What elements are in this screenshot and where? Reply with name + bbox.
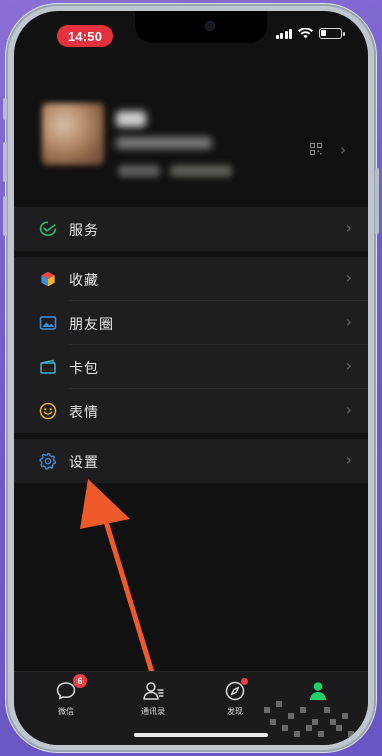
- menu-label: 收藏: [69, 272, 99, 288]
- menu-label: 表情: [69, 404, 99, 420]
- settings-section: 设置 ›: [14, 439, 368, 483]
- tab-chats[interactable]: 6 微信: [36, 674, 96, 717]
- chevron-right-icon: ›: [340, 141, 346, 159]
- battery-icon: [319, 28, 345, 39]
- menu-label: 服务: [69, 222, 99, 238]
- menu-label: 朋友圈: [69, 316, 114, 332]
- watermark: [264, 701, 354, 737]
- avatar[interactable]: [42, 103, 104, 165]
- signal-icon: [275, 28, 292, 39]
- notch: [135, 11, 267, 43]
- chevron-right-icon: ›: [345, 356, 352, 375]
- chevron-right-icon: ›: [345, 450, 352, 469]
- chevron-right-icon: ›: [345, 268, 352, 287]
- compass-icon: [224, 678, 248, 702]
- power-button: [375, 168, 379, 234]
- menu-label: 卡包: [69, 360, 99, 376]
- tab-discover[interactable]: 发现: [205, 678, 265, 717]
- chevron-right-icon: ›: [345, 312, 352, 331]
- chevron-right-icon: ›: [345, 218, 352, 237]
- profile-id-blurred: [116, 137, 212, 149]
- menu-item-favorites[interactable]: 收藏 ›: [14, 257, 368, 301]
- annotation-arrow: [80, 479, 157, 681]
- picture-icon: [39, 316, 57, 330]
- tab-contacts[interactable]: 通讯录: [123, 680, 183, 717]
- new-content-dot: [241, 678, 248, 685]
- contacts-icon: [142, 680, 164, 702]
- menu-item-cards[interactable]: 卡包 ›: [14, 345, 368, 389]
- menu-item-settings[interactable]: 设置 ›: [14, 439, 368, 483]
- smiley-icon: [39, 402, 57, 420]
- profile-header[interactable]: ›: [14, 81, 368, 201]
- wechat-pay-icon: [39, 221, 57, 237]
- menu-label: 设置: [69, 454, 99, 470]
- screen: 14:50 › 服务 › 收藏 › 朋友圈 › 卡包 › 表情 › 设置 › 6…: [14, 11, 368, 745]
- menu-item-moments[interactable]: 朋友圈 ›: [14, 301, 368, 345]
- card-wallet-icon: [40, 359, 56, 374]
- home-indicator: [134, 733, 268, 737]
- status-icons: [275, 28, 345, 39]
- tab-label: 发现: [227, 707, 243, 716]
- status-button-blurred[interactable]: [118, 165, 160, 177]
- mute-switch: [3, 98, 7, 120]
- tab-label: 微信: [58, 707, 74, 716]
- menu-item-stickers[interactable]: 表情 ›: [14, 389, 368, 433]
- chevron-right-icon: ›: [345, 400, 352, 419]
- friends-count-blurred[interactable]: [170, 165, 232, 177]
- unread-badge: 6: [73, 674, 87, 688]
- tab-me[interactable]: [288, 680, 348, 702]
- person-icon: [307, 680, 329, 702]
- tab-label: 通讯录: [141, 707, 165, 716]
- wifi-icon: [298, 28, 313, 39]
- status-time: 14:50: [57, 25, 113, 47]
- qr-code-icon[interactable]: [310, 143, 322, 155]
- front-camera: [205, 21, 215, 31]
- services-section: 服务 ›: [14, 207, 368, 251]
- profile-name-blurred: [116, 111, 146, 127]
- volume-down-button: [3, 196, 7, 236]
- volume-up-button: [3, 142, 7, 182]
- chat-bubble-icon: 6: [55, 674, 87, 702]
- menu-item-services[interactable]: 服务 ›: [14, 207, 368, 251]
- gear-icon: [39, 452, 57, 470]
- features-section: 收藏 › 朋友圈 › 卡包 › 表情 ›: [14, 257, 368, 433]
- cube-icon: [41, 271, 55, 287]
